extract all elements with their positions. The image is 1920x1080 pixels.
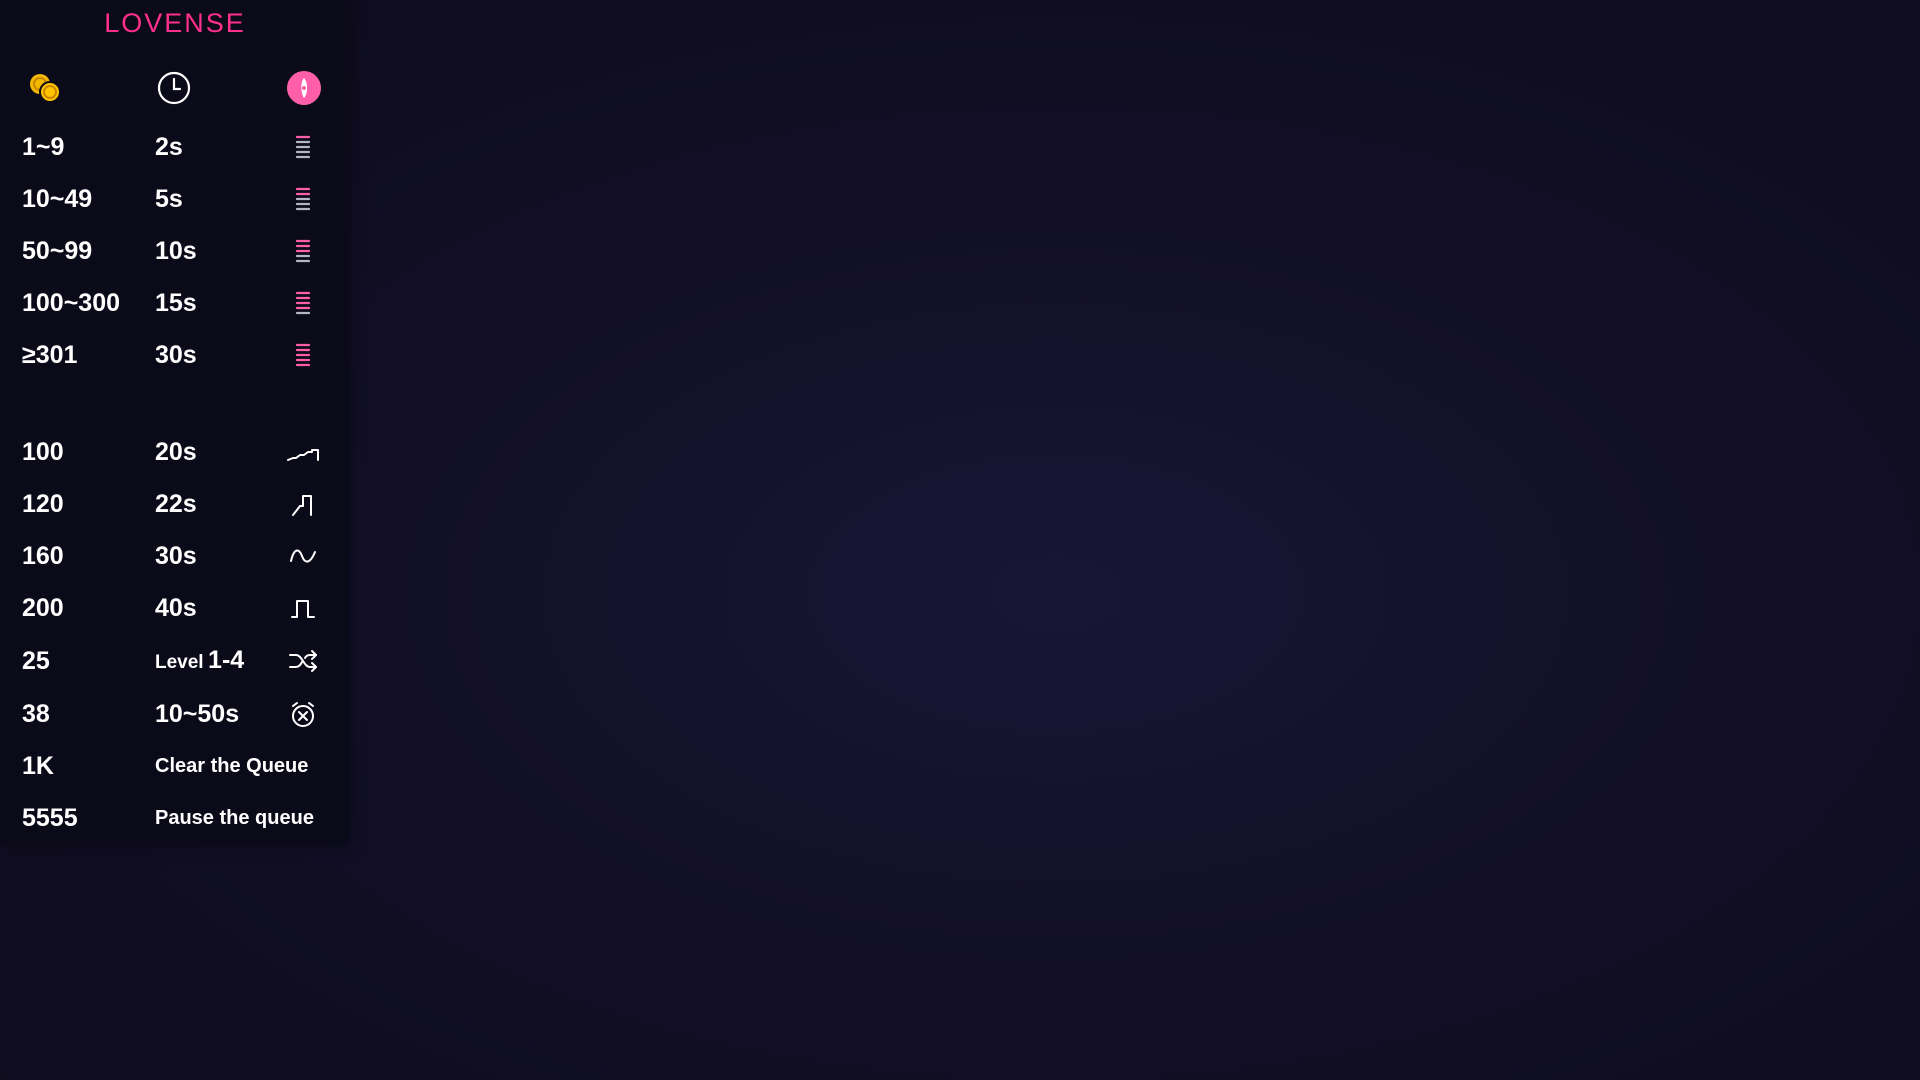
duration-value: 22s: [155, 490, 197, 518]
duration-value: 2s: [155, 133, 183, 161]
special-row-random-time: 38 10~50s: [0, 694, 350, 734]
special-row-fireworks: 120 22s: [0, 484, 350, 524]
tokens-value: 120: [22, 490, 64, 518]
vibration-high-icon: [286, 287, 320, 319]
level-row-4: 100~300 15s: [0, 283, 350, 323]
tokens-value: 160: [22, 542, 64, 570]
tokens-value: 5555: [22, 804, 78, 832]
special-row-random-level: 25 Level 1-4: [0, 641, 350, 681]
tokens-value: 100: [22, 438, 64, 466]
duration-value: 30s: [155, 341, 197, 369]
vibration-low-medium-icon: [286, 183, 320, 215]
special-row-clear-queue: 1K Clear the Queue: [0, 746, 350, 786]
level-row-5: ≥301 30s: [0, 335, 350, 375]
lovense-tip-menu-panel: LOVENSE 1~9 2s 10~49 5s 50~99 10s 100~30…: [0, 0, 350, 846]
level-row-1: 1~9 2s: [0, 127, 350, 167]
vibration-low-icon: [286, 131, 320, 163]
level-row-3: 50~99 10s: [0, 231, 350, 271]
duration-value: 15s: [155, 289, 197, 317]
level-range-value: 1-4: [208, 646, 245, 674]
special-row-pulse: 200 40s: [0, 588, 350, 628]
clear-queue-label: Clear the Queue: [155, 755, 309, 777]
tokens-value: ≥301: [22, 341, 78, 369]
duration-value: 30s: [155, 542, 197, 570]
level-word: Level: [155, 652, 204, 673]
duration-value: 10s: [155, 237, 197, 265]
tokens-value: 38: [22, 700, 50, 728]
tokens-value: 50~99: [22, 237, 93, 265]
pause-queue-label: Pause the queue: [155, 807, 314, 829]
special-row-wave-steps: 100 20s: [0, 432, 350, 472]
tokens-value: 1K: [22, 752, 54, 780]
tokens-value: 100~300: [22, 289, 121, 317]
toy-icon: [284, 68, 324, 108]
tokens-value: 25: [22, 647, 50, 675]
tokens-value: 200: [22, 594, 64, 622]
special-row-wave: 160 30s: [0, 536, 350, 576]
tokens-value: 10~49: [22, 185, 93, 213]
duration-value: 5s: [155, 185, 183, 213]
duration-value: 40s: [155, 594, 197, 622]
pattern-fireworks-icon: [286, 488, 320, 520]
coins-icon: [25, 68, 65, 108]
pattern-pulse-icon: [286, 592, 320, 624]
pattern-wave-icon: [286, 540, 320, 572]
random-time-alarm-icon: [286, 698, 320, 730]
vibration-ultra-icon: [286, 339, 320, 371]
level-row-2: 10~49 5s: [0, 179, 350, 219]
special-row-pause-queue: 5555 Pause the queue: [0, 798, 350, 838]
tokens-value: 1~9: [22, 133, 65, 161]
pattern-wave-steps-icon: [286, 436, 320, 468]
lovense-logo: LOVENSE: [104, 8, 246, 38]
clock-icon: [154, 68, 194, 108]
menu-header: [0, 68, 350, 108]
level-range: Level 1-4: [155, 646, 244, 675]
duration-value: 10~50s: [155, 700, 240, 728]
vibration-medium-icon: [286, 235, 320, 267]
duration-value: 20s: [155, 438, 197, 466]
random-shuffle-icon: [286, 645, 320, 677]
